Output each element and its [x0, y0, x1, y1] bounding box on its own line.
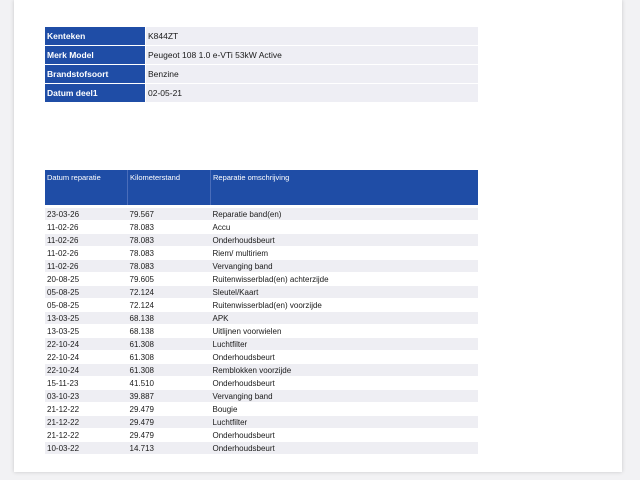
cell-description: Remblokken voorzijde [210, 363, 478, 377]
info-label: Brandstofsoort [45, 64, 146, 84]
table-row: 22-10-24 61.308 Onderhoudsbeurt [45, 350, 478, 364]
cell-km: 78.083 [127, 259, 211, 273]
cell-date: 21-12-22 [45, 428, 128, 442]
table-row: 05-08-25 72.124 Sleutel/Kaart [45, 285, 478, 299]
cell-km: 61.308 [127, 350, 211, 364]
cell-date: 22-10-24 [45, 337, 128, 351]
cell-description: Ruitenwisserblad(en) achterzijde [210, 272, 478, 286]
cell-km: 61.308 [127, 363, 211, 377]
cell-description: Onderhoudsbeurt [210, 428, 478, 442]
table-row: 15-11-23 41.510 Onderhoudsbeurt [45, 376, 478, 390]
info-row-datum-deel1: Datum deel1 02-05-21 [45, 83, 478, 103]
cell-description: Vervanging band [210, 259, 478, 273]
cell-date: 11-02-26 [45, 233, 128, 247]
table-row: 22-10-24 61.308 Remblokken voorzijde [45, 363, 478, 377]
table-row: 13-03-25 68.138 Uitlijnen voorwielen [45, 324, 478, 338]
cell-description: Riem/ multiriem [210, 246, 478, 260]
table-row: 11-02-26 78.083 Riem/ multiriem [45, 246, 478, 260]
cell-km: 29.479 [127, 402, 211, 416]
column-header-kilometerstand: Kilometerstand [127, 170, 211, 205]
cell-description: Onderhoudsbeurt [210, 233, 478, 247]
cell-date: 05-08-25 [45, 285, 128, 299]
info-row-brandstofsoort: Brandstofsoort Benzine [45, 64, 478, 84]
cell-description: Uitlijnen voorwielen [210, 324, 478, 338]
cell-description: Vervanging band [210, 389, 478, 403]
cell-description: Onderhoudsbeurt [210, 441, 478, 455]
column-header-omschrijving: Reparatie omschrijving [210, 170, 478, 205]
info-value: Benzine [145, 64, 478, 84]
cell-km: 29.479 [127, 415, 211, 429]
info-value: 02-05-21 [145, 83, 478, 103]
cell-km: 79.567 [127, 208, 211, 221]
cell-km: 29.479 [127, 428, 211, 442]
info-label: Kenteken [45, 27, 146, 46]
cell-km: 68.138 [127, 311, 211, 325]
table-row: 11-02-26 78.083 Vervanging band [45, 259, 478, 273]
info-label: Datum deel1 [45, 83, 146, 103]
cell-date: 23-03-26 [45, 208, 128, 221]
vehicle-info-table: Kenteken K844ZT Merk Model Peugeot 108 1… [45, 27, 478, 103]
cell-km: 14.713 [127, 441, 211, 455]
cell-km: 41.510 [127, 376, 211, 390]
history-header-row: Datum reparatie Kilometerstand Reparatie… [45, 170, 478, 205]
cell-date: 22-10-24 [45, 350, 128, 364]
cell-km: 78.083 [127, 233, 211, 247]
cell-description: Sleutel/Kaart [210, 285, 478, 299]
table-row: 20-08-25 79.605 Ruitenwisserblad(en) achte… [45, 272, 478, 286]
cell-date: 13-03-25 [45, 324, 128, 338]
info-row-kenteken: Kenteken K844ZT [45, 27, 478, 46]
cell-km: 39.887 [127, 389, 211, 403]
table-row: 10-03-22 14.713 Onderhoudsbeurt [45, 441, 478, 455]
cell-date: 11-02-26 [45, 220, 128, 234]
table-row: 03-10-23 39.887 Vervanging band [45, 389, 478, 403]
info-row-merk-model: Merk Model Peugeot 108 1.0 e-VTi 53kW Ac… [45, 45, 478, 65]
table-row: 21-12-22 29.479 Onderhoudsbeurt [45, 428, 478, 442]
cell-date: 20-08-25 [45, 272, 128, 286]
cell-date: 10-03-22 [45, 441, 128, 455]
cell-date: 15-11-23 [45, 376, 128, 390]
table-row: 05-08-25 72.124 Ruitenwisserblad(en) voorz… [45, 298, 478, 312]
cell-description: Luchtfilter [210, 337, 478, 351]
cell-date: 05-08-25 [45, 298, 128, 312]
cell-date: 21-12-22 [45, 402, 128, 416]
cell-date: 13-03-25 [45, 311, 128, 325]
cell-date: 11-02-26 [45, 246, 128, 260]
cell-km: 72.124 [127, 298, 211, 312]
cell-description: Ruitenwisserblad(en) voorzijde [210, 298, 478, 312]
table-row: 13-03-25 68.138 APK [45, 311, 478, 325]
cell-description: APK [210, 311, 478, 325]
cell-date: 03-10-23 [45, 389, 128, 403]
cell-description: Reparatie band(en) [210, 208, 478, 221]
document-page: Kenteken K844ZT Merk Model Peugeot 108 1… [14, 0, 622, 472]
cell-km: 68.138 [127, 324, 211, 338]
cell-date: 11-02-26 [45, 259, 128, 273]
cell-date: 22-10-24 [45, 363, 128, 377]
table-row: 11-02-26 78.083 Onderhoudsbeurt [45, 233, 478, 247]
cell-description: Accu [210, 220, 478, 234]
table-row: 23-03-26 79.567 Reparatie band(en) [45, 208, 478, 221]
cell-description: Luchtfilter [210, 415, 478, 429]
table-row: 21-12-22 29.479 Luchtfilter [45, 415, 478, 429]
table-row: 21-12-22 29.479 Bougie [45, 402, 478, 416]
info-label: Merk Model [45, 45, 146, 65]
info-value: Peugeot 108 1.0 e-VTi 53kW Active [145, 45, 478, 65]
table-row: 11-02-26 78.083 Accu [45, 220, 478, 234]
cell-km: 78.083 [127, 246, 211, 260]
cell-description: Bougie [210, 402, 478, 416]
cell-km: 72.124 [127, 285, 211, 299]
cell-description: Onderhoudsbeurt [210, 376, 478, 390]
info-value: K844ZT [145, 27, 478, 46]
cell-description: Onderhoudsbeurt [210, 350, 478, 364]
repair-history-table: Datum reparatie Kilometerstand Reparatie… [45, 170, 478, 455]
cell-km: 61.308 [127, 337, 211, 351]
cell-km: 79.605 [127, 272, 211, 286]
cell-date: 21-12-22 [45, 415, 128, 429]
cell-km: 78.083 [127, 220, 211, 234]
table-row: 22-10-24 61.308 Luchtfilter [45, 337, 478, 351]
column-header-datum: Datum reparatie [45, 170, 128, 205]
